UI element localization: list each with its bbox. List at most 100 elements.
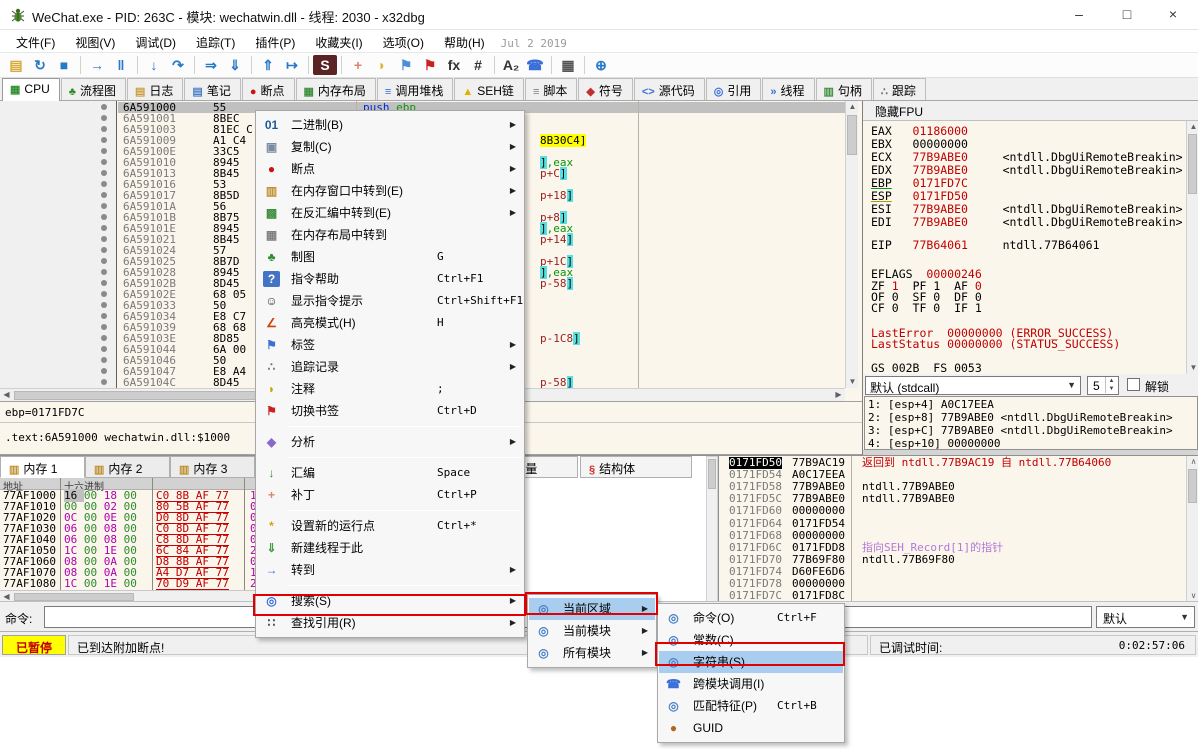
breakpoint-dot[interactable]: [101, 236, 107, 242]
breakpoint-dot[interactable]: [101, 203, 107, 209]
stack-row[interactable]: 0171FD6800000000: [719, 530, 1186, 542]
stack-row[interactable]: 0171FD5077B9AC19返回到 ntdll.77B9AC19 自 ntd…: [719, 457, 1186, 469]
breakpoint-dot[interactable]: [101, 335, 107, 341]
hide-fpu-button[interactable]: 隐藏FPU: [863, 101, 1198, 121]
menu-item-patch[interactable]: +补丁Ctrl+P: [257, 484, 523, 506]
stack-row[interactable]: 0171FD5C77B9ABE0ntdll.77B9ABE0: [719, 493, 1186, 505]
menubar-item[interactable]: 视图(V): [65, 30, 125, 54]
tab-symbols[interactable]: ◆符号: [578, 78, 632, 100]
register-line[interactable]: EDI 77B9ABE0 <ntdll.DbgUiRemoteBreakin>: [871, 216, 1183, 229]
breakpoint-dot[interactable]: [101, 104, 107, 110]
register-line[interactable]: CF 0 TF 0 IF 1: [871, 303, 1183, 314]
menubar-item[interactable]: 文件(F): [6, 30, 65, 54]
menu-item-graph[interactable]: ♣制图G: [257, 246, 523, 268]
stack-row[interactable]: 0171FD6C0171FDD8指向SEH_Record[1]的指针: [719, 542, 1186, 554]
breakpoint-dot[interactable]: [101, 324, 107, 330]
tab-breakpoints[interactable]: ●断点: [242, 78, 295, 100]
tab-memory-map[interactable]: ▦内存布局: [296, 78, 376, 100]
middle-vscrollbar[interactable]: [706, 456, 718, 602]
attach-icon[interactable]: ↦: [280, 55, 304, 75]
tab-notes[interactable]: ▤笔记: [184, 78, 240, 100]
register-line[interactable]: LastStatus 00000000 (STATUS_SUCCESS): [871, 339, 1183, 350]
menu-item-trace-record[interactable]: ∴追踪记录▶: [257, 356, 523, 378]
tab-handles[interactable]: ▥句柄: [816, 78, 872, 100]
breakpoint-dot[interactable]: [101, 225, 107, 231]
unlock-checkbox[interactable]: [1127, 378, 1140, 391]
stack-row[interactable]: 0171FD6000000000: [719, 505, 1186, 517]
tab-graph[interactable]: ♣流程图: [61, 78, 126, 100]
tab-dump-1[interactable]: ▥内存 1: [0, 456, 85, 478]
breakpoint-dot[interactable]: [101, 258, 107, 264]
search-type-pattern[interactable]: ◎匹配特征(P)Ctrl+B: [659, 695, 843, 717]
tab-cpu[interactable]: ▦CPU: [2, 78, 60, 101]
menubar-item[interactable]: 选项(O): [373, 30, 434, 54]
breakpoint-dot[interactable]: [101, 368, 107, 374]
breakpoint-dot[interactable]: [101, 159, 107, 165]
hash-icon[interactable]: #: [466, 55, 490, 75]
step-over-icon[interactable]: ↷: [166, 55, 190, 75]
command-profile-select[interactable]: 默认 ▼: [1096, 606, 1195, 628]
menu-item-copy[interactable]: ▣复制(C)▶: [257, 136, 523, 158]
tab-dump-3[interactable]: ▥内存 3: [170, 456, 255, 478]
breakpoint-dot[interactable]: [101, 247, 107, 253]
registers-vscrollbar[interactable]: ▲ ▼: [1186, 121, 1198, 374]
tab-trace[interactable]: ∴跟踪: [873, 78, 926, 100]
menu-item-toggle-bookmark[interactable]: ⚑切换书签Ctrl+D: [257, 400, 523, 422]
globe-icon[interactable]: ⊕: [589, 55, 613, 75]
stack-pane[interactable]: 0171FD5077B9AC19返回到 ntdll.77B9AC19 自 ntd…: [718, 456, 1186, 602]
menu-item-highlight-mode[interactable]: ∠高亮模式(H)H: [257, 312, 523, 334]
search-type-intermodular-calls[interactable]: ☎跨模块调用(I): [659, 673, 843, 695]
modules-phone-icon[interactable]: ☎: [523, 55, 547, 75]
menu-item-follow-in-memory-map[interactable]: ▦在内存布局中转到: [257, 224, 523, 246]
scylla-icon[interactable]: S: [313, 55, 337, 75]
breakpoint-dot[interactable]: [101, 181, 107, 187]
menu-item-set-new-origin[interactable]: *设置新的运行点Ctrl+*: [257, 515, 523, 537]
minimize-button[interactable]: –: [1056, 0, 1102, 29]
tab-threads[interactable]: »线程: [762, 78, 814, 100]
pause-icon[interactable]: ‖: [109, 55, 133, 75]
trace-into-icon[interactable]: ⇒: [199, 55, 223, 75]
search-scope-all-modules[interactable]: ◎所有模块▶: [529, 642, 655, 664]
tab-struct[interactable]: §结构体: [580, 456, 692, 478]
breakpoint-dot[interactable]: [101, 192, 107, 198]
menu-item-search[interactable]: ◎搜索(S)▶: [257, 590, 523, 612]
stepper-arrows-icon[interactable]: ▲▼: [1105, 377, 1117, 393]
search-scope-current-region[interactable]: ◎当前区域▶: [529, 598, 655, 620]
breakpoint-dot[interactable]: [101, 313, 107, 319]
tab-source[interactable]: <>源代码: [634, 78, 705, 100]
close-button[interactable]: ×: [1150, 0, 1196, 29]
menubar-item[interactable]: 调试(D): [125, 30, 186, 54]
menu-item-find-references[interactable]: ∷查找引用(R)▶: [257, 612, 523, 634]
menu-item-instruction-help[interactable]: ?指令帮助Ctrl+F1: [257, 268, 523, 290]
comment-icon[interactable]: ◗: [370, 55, 394, 75]
menu-item-follow-in-disassembler[interactable]: ▩在反汇编中转到(E)▶: [257, 202, 523, 224]
register-line[interactable]: EIP 77B64061 ntdll.77B64061: [871, 239, 1183, 252]
stack-row[interactable]: 0171FD7077B69F80ntdll.77B69F80: [719, 554, 1186, 566]
disassembly-vscrollbar[interactable]: ▲ ▼: [845, 101, 858, 388]
tab-seh[interactable]: ▲SEH链: [454, 78, 524, 100]
stack-vscrollbar[interactable]: ∧ ∨: [1186, 456, 1198, 602]
stack-row[interactable]: 0171FD7800000000: [719, 578, 1186, 590]
argument-count-stepper[interactable]: 5 ▲▼: [1087, 376, 1119, 395]
patch-icon[interactable]: +: [346, 55, 370, 75]
tab-call-stack[interactable]: ≡调用堆栈: [377, 78, 453, 100]
breakpoint-dot[interactable]: [101, 302, 107, 308]
bookmark-icon[interactable]: ⚑: [418, 55, 442, 75]
menubar-item[interactable]: 追踪(T): [186, 30, 245, 54]
function-icon[interactable]: fx: [442, 55, 466, 75]
call-arguments-box[interactable]: 1: [esp+4] A0C17EEA2: [esp+8] 77B9ABE0 <…: [864, 396, 1198, 450]
tab-script[interactable]: ≡脚本: [525, 78, 577, 100]
breakpoint-dot[interactable]: [101, 126, 107, 132]
search-type-string[interactable]: ◎字符串(S): [659, 651, 843, 673]
stop-icon[interactable]: ■: [52, 55, 76, 75]
menu-item-goto[interactable]: →转到▶: [257, 559, 523, 581]
menubar-item[interactable]: 帮助(H): [434, 30, 495, 54]
tab-log[interactable]: ▤日志: [127, 78, 183, 100]
label-icon[interactable]: ⚑: [394, 55, 418, 75]
breakpoint-dot[interactable]: [101, 346, 107, 352]
search-type-command[interactable]: ◎命令(O)Ctrl+F: [659, 607, 843, 629]
breakpoint-dot[interactable]: [101, 214, 107, 220]
breakpoint-dot[interactable]: [101, 280, 107, 286]
tab-dump-2[interactable]: ▥内存 2: [85, 456, 170, 478]
register-list[interactable]: EAX 01186000EBX 00000000ECX 77B9ABE0 <nt…: [871, 125, 1183, 375]
